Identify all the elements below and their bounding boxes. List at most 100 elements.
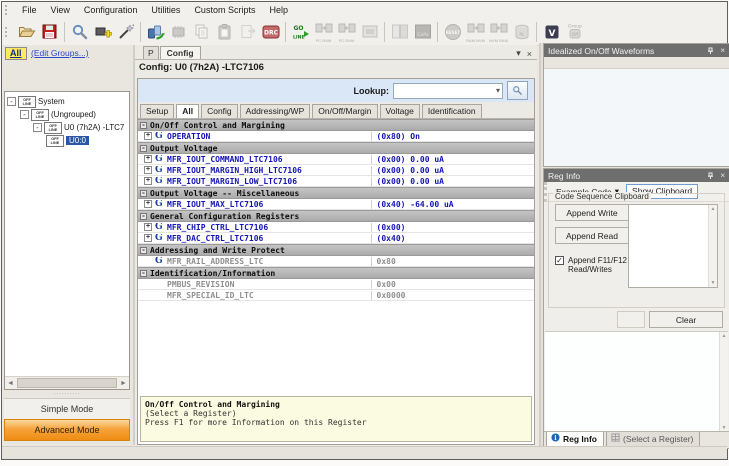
- menu-item-custom-scripts[interactable]: Custom Scripts: [187, 4, 262, 17]
- section-header-general-configuration-registers[interactable]: -General Configuration Registers: [138, 210, 534, 222]
- register-row-mfr-iout-margin-high-ltc7106[interactable]: +GMFR_IOUT_MARGIN_HIGH_LTC7106(0x00) 0.0…: [138, 165, 534, 176]
- toolbar-icon-caption: PC RAM: [316, 39, 332, 43]
- cxpx-view-button: [389, 20, 410, 43]
- chevron-down-icon[interactable]: ▾: [494, 86, 502, 95]
- add-chip-button[interactable]: [92, 20, 113, 43]
- append-write-button[interactable]: Append Write: [555, 204, 629, 221]
- expand-icon[interactable]: +: [144, 177, 152, 185]
- section-header-addressing-and-write-protect[interactable]: -Addressing and Write Protect: [138, 244, 534, 256]
- group-tab-all[interactable]: All: [5, 47, 27, 60]
- verify-system-button[interactable]: [145, 20, 166, 43]
- save-button[interactable]: [39, 20, 60, 43]
- register-row-mfr-iout-margin-low-ltc7106[interactable]: +GMFR_IOUT_MARGIN_LOW_LTC7106(0x00) 0.00…: [138, 176, 534, 187]
- menu-item-help[interactable]: Help: [262, 4, 295, 17]
- menu-item-file[interactable]: File: [15, 4, 44, 17]
- scroll-up-icon[interactable]: ▲: [711, 206, 716, 212]
- collapse-icon[interactable]: -: [140, 213, 147, 220]
- tree-node-u0-0[interactable]: OFFLINEU0:0: [7, 134, 129, 147]
- register-row-mfr-iout-command-ltc7106[interactable]: +GMFR_IOUT_COMMAND_LTC7106(0x00) 0.00 uA: [138, 154, 534, 165]
- section-header-identification-information[interactable]: -Identification/Information: [138, 267, 534, 279]
- register-row-mfr-special-id-ltc[interactable]: +GMFR_SPECIAL_ID_LTC0x0000: [138, 290, 534, 301]
- collapse-icon[interactable]: -: [140, 247, 147, 254]
- filter-tab-all[interactable]: All: [176, 104, 199, 118]
- register-row-mfr-iout-max-ltc7106[interactable]: +GMFR_IOUT_MAX_LTC7106(0x40) -64.00 uA: [138, 199, 534, 210]
- tab-config[interactable]: Config: [160, 46, 201, 59]
- collapse-icon[interactable]: -: [140, 190, 147, 197]
- filter-tab-config[interactable]: Config: [201, 104, 238, 118]
- scrollbar-thumb[interactable]: [17, 378, 117, 388]
- append-read-button[interactable]: Append Read: [555, 227, 629, 244]
- tree-expand-icon[interactable]: -: [33, 123, 42, 132]
- collapse-icon[interactable]: -: [140, 270, 147, 277]
- menu-item-configuration[interactable]: Configuration: [77, 4, 145, 17]
- reg-info-body: ▲▼: [545, 331, 728, 432]
- menu-bar: FileViewConfigurationUtilitiesCustom Scr…: [2, 2, 727, 18]
- register-row-mfr-dac-ctrl-ltc7106[interactable]: +GMFR_DAC_CTRL_LTC7106(0x40): [138, 233, 534, 244]
- chip-icon: [170, 23, 188, 41]
- tree-expand-icon[interactable]: -: [7, 97, 16, 106]
- vertical-button[interactable]: V: [541, 20, 562, 43]
- clear-button[interactable]: Clear: [649, 311, 723, 328]
- register-row-operation[interactable]: +GOPERATION(0x80) On: [138, 131, 534, 142]
- lookup-search-button[interactable]: [507, 81, 528, 100]
- expand-icon[interactable]: +: [144, 155, 152, 163]
- tab-p[interactable]: P: [143, 46, 159, 59]
- advanced-mode-button[interactable]: Advanced Mode: [4, 419, 130, 441]
- toolbar-grip: [5, 27, 12, 37]
- simple-mode-button[interactable]: Simple Mode: [4, 398, 130, 420]
- scroll-up-icon[interactable]: ▲: [722, 333, 727, 339]
- lookup-combobox[interactable]: ▾: [393, 83, 503, 99]
- expand-icon[interactable]: +: [144, 166, 152, 174]
- expand-icon[interactable]: +: [144, 132, 152, 140]
- open-file-button[interactable]: [16, 20, 37, 43]
- code-sequence-label: Code Sequence Clipboard: [553, 192, 651, 201]
- filter-tab-identification[interactable]: Identification: [422, 104, 482, 118]
- expand-icon[interactable]: +: [144, 223, 152, 231]
- expand-icon[interactable]: +: [144, 200, 152, 208]
- append-f11-f12-option[interactable]: ✓ Append F11/F12 Read/Writes: [555, 256, 633, 274]
- register-row-pmbus-revision[interactable]: +GPMBUS_REVISION0x00: [138, 279, 534, 290]
- close-icon[interactable]: ×: [720, 171, 725, 180]
- collapse-icon[interactable]: -: [140, 145, 147, 152]
- bottom-tab-reg-info[interactable]: iReg Info: [546, 432, 604, 447]
- chevron-down-icon[interactable]: ▾: [516, 48, 521, 59]
- bottom-tab-select-a-register[interactable]: (Select a Register): [606, 432, 700, 447]
- search-button[interactable]: [69, 20, 90, 43]
- edit-groups-link[interactable]: (Edit Groups...): [31, 48, 89, 58]
- reg-info-scrollbar[interactable]: ▲▼: [719, 332, 728, 432]
- tree-expand-icon[interactable]: -: [20, 110, 29, 119]
- scroll-left-icon[interactable]: ◄: [5, 380, 16, 387]
- close-icon[interactable]: ×: [720, 46, 725, 55]
- filter-tab-voltage[interactable]: Voltage: [380, 104, 420, 118]
- panel-splitter[interactable]: ..........: [4, 391, 130, 397]
- tree-nodes: -OFFLINESystem-OFFLINE(Ungrouped)-OFFLIN…: [5, 92, 129, 147]
- register-row-mfr-chip-ctrl-ltc7106[interactable]: +GMFR_CHIP_CTRL_LTC7106(0x00): [138, 222, 534, 233]
- register-name: MFR_CHIP_CTRL_LTC7106: [167, 223, 268, 232]
- filter-tab-on-off-margin[interactable]: On/Off/Margin: [312, 104, 377, 118]
- scroll-down-icon[interactable]: ▼: [711, 280, 716, 286]
- clipboard-textarea[interactable]: ▲▼: [628, 204, 718, 288]
- filter-tab-addressing-wp[interactable]: Addressing/WP: [240, 104, 311, 118]
- close-icon[interactable]: ×: [527, 49, 532, 59]
- tree-node-u0-7h2a-ltc7[interactable]: -OFFLINEU0 (7h2A) -LTC7: [7, 121, 129, 134]
- section-header-on-off-control-and-margining[interactable]: -On/Off Control and Margining: [138, 119, 534, 131]
- drc-button[interactable]: DRC: [260, 20, 281, 43]
- section-header-output-voltage[interactable]: -Output Voltage: [138, 142, 534, 154]
- textarea-scrollbar[interactable]: ▲▼: [708, 205, 717, 287]
- filter-tab-setup[interactable]: Setup: [140, 104, 174, 118]
- collapse-icon[interactable]: -: [140, 122, 147, 129]
- menu-item-utilities[interactable]: Utilities: [144, 4, 187, 17]
- pin-icon[interactable]: [707, 47, 715, 55]
- wizard-button[interactable]: [115, 20, 136, 43]
- tree-node-ungrouped[interactable]: -OFFLINE(Ungrouped): [7, 108, 129, 121]
- register-row-mfr-rail-address-ltc[interactable]: +GMFR_RAIL_ADDRESS_LTC0x80: [138, 256, 534, 267]
- section-header-output-voltage-miscellaneous[interactable]: -Output Voltage -- Miscellaneous: [138, 187, 534, 199]
- tree-node-system[interactable]: -OFFLINESystem: [7, 95, 129, 108]
- tree-horizontal-scrollbar[interactable]: ◄ ►: [5, 376, 129, 389]
- go-online-button[interactable]: GOLINE: [290, 20, 311, 43]
- menu-item-view[interactable]: View: [44, 4, 77, 17]
- pin-icon[interactable]: [707, 172, 715, 180]
- scroll-right-icon[interactable]: ►: [118, 380, 129, 387]
- append-checkbox[interactable]: ✓: [555, 256, 564, 265]
- expand-icon[interactable]: +: [144, 234, 152, 242]
